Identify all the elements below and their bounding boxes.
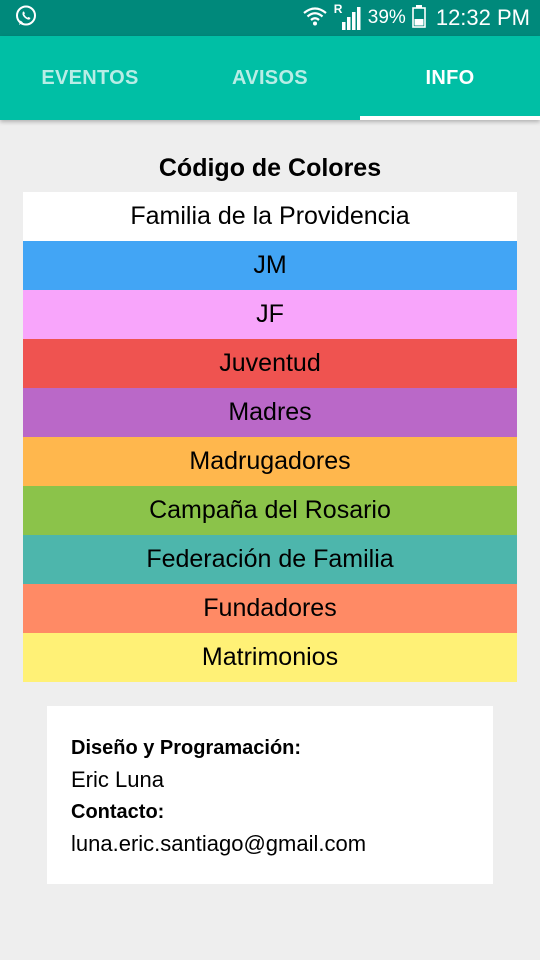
tab-eventos[interactable]: EVENTOS — [0, 36, 180, 120]
tab-eventos-label: EVENTOS — [41, 66, 139, 89]
color-row-madres: Madres — [23, 388, 517, 437]
wifi-icon — [302, 4, 328, 33]
color-code-title: Código de Colores — [158, 154, 382, 182]
color-row-federacion-familia: Federación de Familia — [23, 535, 517, 584]
tab-info-label: INFO — [425, 66, 475, 89]
color-row-juventud: Juventud — [23, 339, 517, 388]
credits-card: Diseño y Programación: Eric Luna Contact… — [47, 706, 493, 884]
color-row-jf: JF — [23, 290, 517, 339]
clock: 12:32 PM — [435, 5, 530, 30]
battery-icon — [412, 4, 426, 33]
contact-email[interactable]: luna.eric.santiago@gmail.com — [71, 828, 469, 860]
designer-name: Eric Luna — [71, 767, 164, 792]
signal-icon: R — [334, 2, 362, 31]
color-row-jm: JM — [23, 241, 517, 290]
color-row-fundadores: Fundadores — [23, 584, 517, 633]
color-row-familia-providencia: Familia de la Providencia — [23, 192, 517, 241]
color-row-matrimonios: Matrimonios — [23, 633, 517, 682]
tab-avisos-label: AVISOS — [232, 66, 308, 89]
info-content: Código de Colores Familia de la Providen… — [0, 120, 540, 884]
whatsapp-icon — [14, 4, 38, 33]
color-code-list: Familia de la Providencia JM JF Juventud… — [23, 192, 517, 682]
color-row-madrugadores: Madrugadores — [23, 437, 517, 486]
tab-avisos[interactable]: AVISOS — [180, 36, 360, 120]
color-row-campana-rosario: Campaña del Rosario — [23, 486, 517, 535]
tab-info[interactable]: INFO — [360, 36, 540, 120]
design-label: Diseño y Programación: — [71, 737, 302, 759]
contact-label: Contacto: — [71, 801, 165, 823]
tab-bar: EVENTOS AVISOS INFO — [0, 36, 540, 120]
battery-percent: 39% — [367, 7, 406, 28]
status-bar: R 39% 12:32 PM — [0, 0, 540, 36]
